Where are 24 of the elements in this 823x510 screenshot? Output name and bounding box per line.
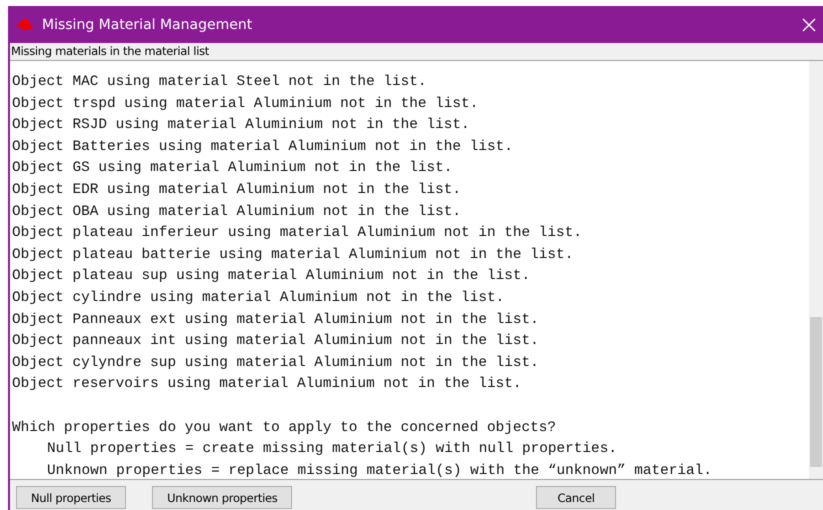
report-line: Object plateau inferieur using material Aluminium not in the list. bbox=[12, 224, 583, 244]
report-line: Object OBA using material Aluminium not in the list. bbox=[12, 202, 462, 222]
report-line: Object plateau batterie using material Aluminium not in the list. bbox=[12, 246, 574, 265]
report-line: Object trspd using material Aluminium not in the list. bbox=[12, 94, 480, 114]
report-line: Object Panneaux ext using material Aluminium not in the list. bbox=[12, 310, 540, 330]
report-line: Object GS using material Aluminium not in the list. bbox=[12, 159, 454, 178]
report-line: Object MAC using material Steel not in the list. bbox=[12, 73, 428, 92]
report-line: Object cylindre using material Aluminium not in the list. bbox=[12, 288, 506, 308]
report-line: Object RSJD using material Aluminium not in the list. bbox=[12, 116, 471, 136]
report-line: Object Batteries using material Aluminium not in the list. bbox=[12, 138, 514, 157]
window-title: Missing Material Management bbox=[42, 16, 254, 32]
report-line: Object reservoirs using material Aluminium not in the list. bbox=[12, 375, 523, 394]
question-text: Which properties do you want to apply to the concerned objects? bbox=[12, 418, 558, 438]
scrollbar[interactable] bbox=[809, 61, 823, 479]
option-description: Unknown properties = replace missing material(s) with the “unknown” material. bbox=[46, 462, 713, 479]
hat-icon bbox=[16, 18, 34, 30]
report-line: Object plateau sup using material Aluminium not in the list. bbox=[12, 267, 532, 286]
report-line: Object panneaux int using material Aluminium not in the list. bbox=[12, 332, 540, 352]
report-line: Object EDR using material Aluminium not in the list. bbox=[12, 180, 462, 200]
dialog-button[interactable]: Null properties bbox=[16, 486, 126, 509]
option-description: Null properties = create missing material(s) with null properties. bbox=[46, 440, 618, 460]
dialog-button[interactable]: Cancel bbox=[536, 486, 616, 509]
report-line: Object cylyndre sup using material Aluminium not in the list. bbox=[12, 354, 540, 373]
dialog-button[interactable]: Unknown properties bbox=[152, 486, 292, 509]
